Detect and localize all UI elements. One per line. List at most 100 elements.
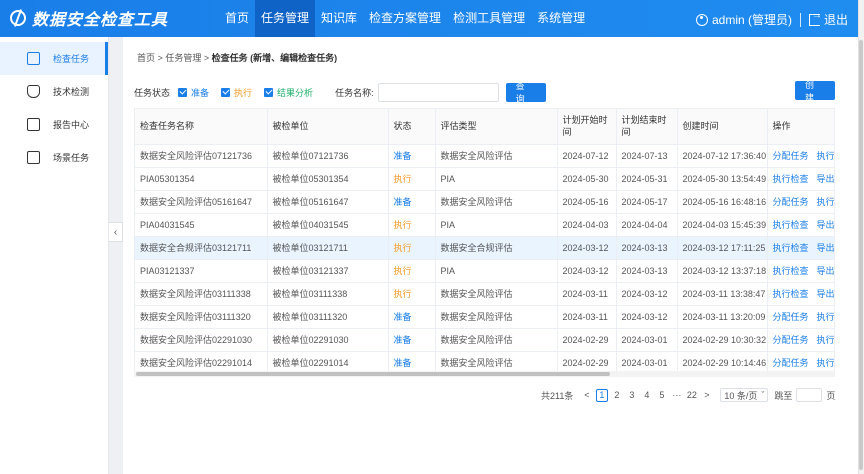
sidebar-item-tech-detection[interactable]: 技术检测 bbox=[0, 75, 108, 108]
logout-icon[interactable] bbox=[808, 10, 822, 26]
sidebar-item-report-center[interactable]: 报告中心 bbox=[0, 108, 108, 141]
table-row[interactable]: 数据安全风险评估03111320 被检单位03111320 准备 数据安全风险评估 20… bbox=[135, 305, 834, 329]
table-row[interactable]: 数据安全风险评估02291014 被检单位02291014 准备 数据安全风险评估 20… bbox=[135, 351, 834, 371]
nav-item-check-plan[interactable]: 检查方案管理 bbox=[363, 0, 447, 37]
cell-start: 2024-03-11 bbox=[557, 305, 617, 329]
primary-action-link[interactable]: 分配任务 bbox=[773, 312, 809, 322]
page-1[interactable]: 1 bbox=[595, 388, 608, 402]
table-row[interactable]: 数据安全合规评估03121711 被检单位03121711 执行 数据安全合规评估 20… bbox=[135, 236, 834, 260]
primary-action-link[interactable]: 分配任务 bbox=[773, 197, 809, 207]
table-row[interactable]: PIA05301354 被检单位05301354 执行 PIA 2024-05-30 20… bbox=[135, 167, 834, 191]
page-ellipsis[interactable]: ··· bbox=[671, 389, 683, 402]
table-row[interactable]: PIA04031545 被检单位04031545 执行 PIA 2024-04-03 20… bbox=[135, 213, 834, 237]
secondary-action-link[interactable]: 执行 bbox=[817, 312, 834, 322]
cell-name: 数据安全风险评估07121736 bbox=[135, 144, 268, 168]
chevron-left-icon: ‹ bbox=[113, 226, 118, 238]
status-execute-label[interactable]: 执行 bbox=[234, 86, 252, 99]
secondary-action-link[interactable]: 执行 bbox=[817, 197, 834, 207]
secondary-action-link[interactable]: 导出 bbox=[817, 243, 834, 253]
table-row[interactable]: 数据安全风险评估02291030 被检单位02291030 准备 数据安全风险评估 20… bbox=[135, 328, 834, 352]
cell-name: 数据安全风险评估05161647 bbox=[135, 190, 268, 214]
cell-actions: 分配任务 执行 bbox=[767, 190, 834, 214]
table-row[interactable]: 数据安全风险评估07121736 被检单位07121736 准备 数据安全风险评估 20… bbox=[135, 144, 834, 168]
primary-action-link[interactable]: 执行检查 bbox=[773, 243, 809, 253]
cell-name: 数据安全合规评估03121711 bbox=[135, 236, 268, 260]
cell-actions: 分配任务 执行 bbox=[767, 305, 834, 329]
secondary-action-link[interactable]: 执行 bbox=[817, 335, 834, 345]
table-horizontal-scrollbar[interactable] bbox=[134, 371, 835, 377]
sidebar-item-label: 场景任务 bbox=[53, 153, 90, 163]
nav-item-system-management[interactable]: 系统管理 bbox=[531, 0, 591, 37]
page-4[interactable]: 4 bbox=[641, 389, 653, 402]
cell-created: 2024-02-29 10:14:46 bbox=[677, 351, 768, 371]
secondary-action-link[interactable]: 导出 bbox=[817, 266, 834, 276]
secondary-action-link[interactable]: 导出 bbox=[817, 289, 834, 299]
page-3[interactable]: 3 bbox=[626, 389, 638, 402]
status-prepare-checkbox[interactable] bbox=[178, 87, 188, 97]
cell-actions: 执行检查 导出 bbox=[767, 259, 834, 283]
secondary-action-link[interactable]: 执行 bbox=[817, 151, 834, 161]
table-row[interactable]: 数据安全风险评估03111338 被检单位03111338 执行 数据安全风险评估 20… bbox=[135, 282, 834, 306]
user-name[interactable]: admin (管理员) bbox=[712, 11, 792, 28]
pagination: 共211条 < 1 2 3 4 5 ··· 22 > 10 条/页 ˇ 跳至 页 bbox=[541, 388, 835, 402]
cell-actions: 执行检查 导出 bbox=[767, 213, 834, 237]
next-page-button[interactable]: > bbox=[701, 389, 713, 402]
status-analysis-checkbox[interactable] bbox=[264, 87, 274, 97]
sidebar-collapse-button[interactable]: ‹ bbox=[109, 222, 123, 242]
logo-icon bbox=[10, 10, 26, 26]
table-row[interactable]: 数据安全风险评估05161647 被检单位05161647 准备 数据安全风险评估 20… bbox=[135, 190, 834, 214]
primary-action-link[interactable]: 执行检查 bbox=[773, 220, 809, 230]
status-analysis-label[interactable]: 结果分析 bbox=[277, 86, 313, 99]
status-prepare-label[interactable]: 准备 bbox=[191, 86, 209, 99]
task-name-input[interactable] bbox=[377, 82, 499, 102]
cell-name: 数据安全风险评估02291014 bbox=[135, 351, 268, 371]
primary-action-link[interactable]: 分配任务 bbox=[773, 335, 809, 345]
secondary-action-link[interactable]: 导出 bbox=[817, 174, 834, 184]
cell-status: 执行 bbox=[388, 213, 436, 237]
page-5[interactable]: 5 bbox=[656, 389, 668, 402]
chevron-down-icon: ˇ bbox=[761, 390, 765, 400]
table-scrollbar-thumb[interactable] bbox=[136, 372, 610, 376]
page-scrollbar[interactable] bbox=[858, 0, 864, 474]
primary-action-link[interactable]: 执行检查 bbox=[773, 289, 809, 299]
search-button[interactable]: 查 询 bbox=[505, 81, 546, 104]
table-row[interactable]: PIA03121337 被检单位03121337 执行 PIA 2024-03-12 20… bbox=[135, 259, 834, 283]
nav-item-home[interactable]: 首页 bbox=[219, 0, 255, 37]
secondary-action-link[interactable]: 执行 bbox=[817, 358, 834, 368]
goto-label: 跳至 bbox=[774, 390, 793, 401]
goto-page-input[interactable] bbox=[796, 388, 823, 402]
nav-item-tool-management[interactable]: 检测工具管理 bbox=[447, 0, 531, 37]
create-button[interactable]: 创 建 bbox=[795, 80, 835, 103]
cell-status: 准备 bbox=[388, 190, 436, 214]
primary-action-link[interactable]: 分配任务 bbox=[773, 151, 809, 161]
cell-end: 2024-03-13 bbox=[616, 259, 678, 283]
status-execute-checkbox[interactable] bbox=[221, 87, 231, 97]
cell-created: 2024-07-12 17:36:40 bbox=[677, 144, 768, 168]
nav-item-knowledge-base[interactable]: 知识库 bbox=[315, 0, 363, 37]
divider bbox=[799, 12, 801, 27]
page-22[interactable]: 22 bbox=[686, 389, 698, 402]
cell-status: 执行 bbox=[388, 259, 436, 283]
sidebar-item-check-task[interactable]: 检查任务 bbox=[0, 42, 108, 75]
page-2[interactable]: 2 bbox=[611, 389, 623, 402]
secondary-action-link[interactable]: 导出 bbox=[817, 220, 834, 230]
cell-type: 数据安全风险评估 bbox=[435, 351, 558, 371]
sidebar: 检查任务 技术检测 报告中心 场景任务 bbox=[0, 37, 109, 474]
primary-action-link[interactable]: 执行检查 bbox=[773, 174, 809, 184]
nav-item-task-management[interactable]: 任务管理 bbox=[255, 0, 316, 37]
primary-action-link[interactable]: 分配任务 bbox=[773, 358, 809, 368]
page-scrollbar-thumb[interactable] bbox=[859, 40, 863, 470]
breadcrumb-parent[interactable]: 任务管理 bbox=[165, 53, 201, 63]
cell-created: 2024-03-11 13:20:09 bbox=[677, 305, 768, 329]
cell-name: PIA03121337 bbox=[135, 259, 268, 283]
cell-unit: 被检单位05161647 bbox=[267, 190, 389, 214]
logout-link[interactable]: 退出 bbox=[824, 11, 848, 28]
cell-type: 数据安全风险评估 bbox=[435, 328, 558, 352]
primary-action-link[interactable]: 执行检查 bbox=[773, 266, 809, 276]
cell-status: 准备 bbox=[388, 351, 436, 371]
prev-page-button[interactable]: < bbox=[581, 389, 593, 402]
page-size-select[interactable]: 10 条/页 ˇ bbox=[720, 388, 769, 402]
sidebar-item-scene-task[interactable]: 场景任务 bbox=[0, 141, 108, 174]
breadcrumb-home[interactable]: 首页 bbox=[137, 53, 155, 63]
cell-end: 2024-07-13 bbox=[616, 144, 678, 168]
